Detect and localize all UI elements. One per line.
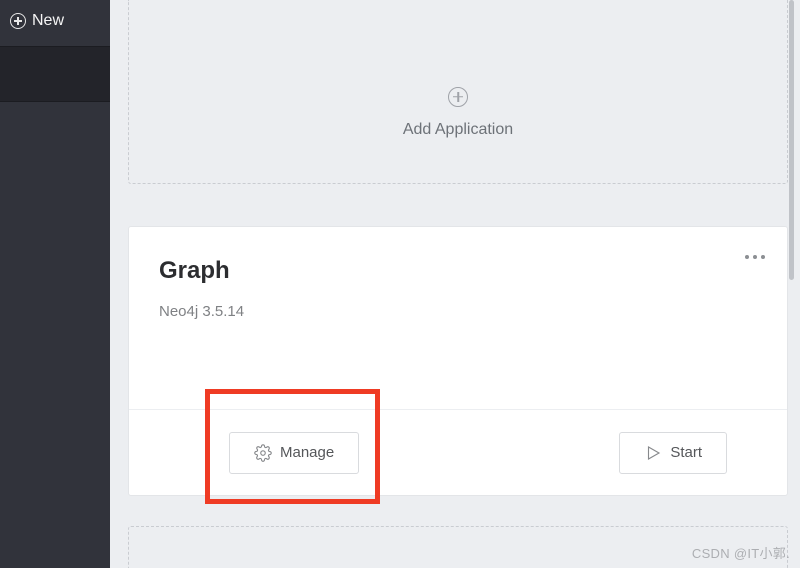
manage-button[interactable]: Manage [229, 432, 359, 474]
scrollbar[interactable] [789, 0, 794, 568]
placeholder-card[interactable] [128, 526, 788, 568]
scrollbar-thumb[interactable] [789, 0, 794, 280]
gear-icon [254, 444, 272, 462]
add-application-card[interactable]: Add Application [128, 0, 788, 184]
new-label: New [32, 12, 64, 30]
dots-icon [761, 255, 765, 259]
plus-icon [10, 13, 26, 29]
plus-icon [448, 87, 468, 107]
new-button[interactable]: New [0, 0, 110, 46]
add-application-label: Add Application [403, 121, 513, 139]
sidebar: New [0, 0, 110, 568]
more-options-button[interactable] [745, 255, 765, 259]
graph-card-footer: Manage Start [129, 409, 787, 495]
dots-icon [753, 255, 757, 259]
main-content: Add Application Graph Neo4j 3.5.14 Manag… [110, 0, 800, 568]
graph-title: Graph [159, 257, 757, 285]
start-label: Start [670, 444, 702, 461]
sidebar-item-active[interactable] [0, 46, 110, 102]
manage-label: Manage [280, 444, 334, 461]
dots-icon [745, 255, 749, 259]
graph-subtitle: Neo4j 3.5.14 [159, 303, 757, 320]
graph-card: Graph Neo4j 3.5.14 Manage Start [128, 226, 788, 496]
start-button[interactable]: Start [619, 432, 727, 474]
play-icon [644, 444, 662, 462]
graph-card-body: Graph Neo4j 3.5.14 [129, 227, 787, 409]
